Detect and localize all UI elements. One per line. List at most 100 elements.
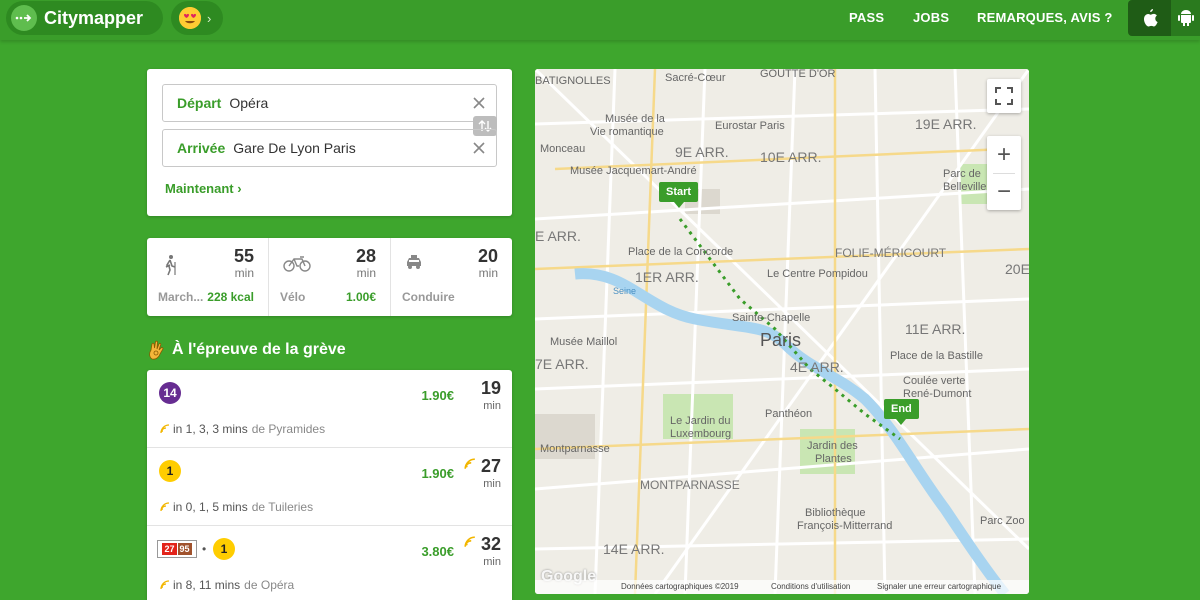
map-attribution: Données cartographiques ©2019 Conditions…: [535, 580, 1029, 594]
map-report-link[interactable]: Signaler une erreur cartographique: [877, 582, 1001, 591]
taxi-minutes: 20: [477, 246, 498, 266]
map-label: Le Jardin du: [670, 415, 731, 427]
bike-label: Vélo: [280, 290, 306, 304]
routes-list: 14 1.90€ 19 min in 1, 3, 3 mins de Pyram…: [147, 370, 512, 600]
map-label: 10E ARR.: [760, 149, 821, 165]
route-next-times: in 8, 11 mins: [173, 578, 241, 592]
map-label: Plantes: [815, 453, 852, 465]
bus-line-a: 27: [162, 543, 177, 555]
walk-unit: min: [234, 266, 254, 280]
brand-home-link[interactable]: Citymapper: [6, 1, 163, 35]
map-label: BATIGNOLLES: [535, 75, 611, 87]
map-label: Musée de la: [605, 113, 666, 125]
departure-field[interactable]: Départ Opéra: [162, 84, 497, 122]
nav-feedback[interactable]: REMARQUES, AVIS ?: [977, 10, 1113, 25]
metro-line-badge: 14: [159, 382, 181, 404]
mode-walk[interactable]: 55 min March... 228 kcal: [147, 238, 269, 316]
taxi-icon: [407, 255, 421, 269]
map-label: Parc de: [943, 168, 981, 180]
zoom-in-button[interactable]: +: [987, 136, 1021, 173]
metro-line-badge: 1: [213, 538, 235, 560]
walk-calories: 228 kcal: [207, 290, 254, 304]
route-stop: Tuileries: [268, 500, 314, 514]
route-item[interactable]: 14 1.90€ 19 min in 1, 3, 3 mins de Pyram…: [147, 370, 512, 448]
map-data-credit: Données cartographiques ©2019: [621, 582, 739, 591]
map-label: Montparnasse: [540, 443, 610, 455]
map-label: Bibliothèque: [805, 507, 866, 519]
route-next-times: in 1, 3, 3 mins: [173, 422, 248, 436]
map-label: 19E ARR.: [915, 116, 976, 132]
map-label: Musée Maillol: [550, 336, 617, 348]
walk-label: March...: [158, 290, 204, 304]
route-stop: Opéra: [260, 578, 295, 592]
clear-arrival-icon[interactable]: [470, 139, 488, 157]
map-label: 20E: [1005, 261, 1029, 277]
route-stop-prefix: de: [251, 422, 266, 436]
map-label: GOUTTE D'OR: [760, 69, 835, 80]
route-next-times: in 0, 1, 5 mins: [173, 500, 248, 514]
route-next-departures: in 8, 11 mins de Opéra: [160, 578, 294, 592]
travel-modes-card: 55 min March... 228 kcal 28 min Vélo 1.0…: [147, 238, 512, 316]
apple-icon: [1143, 9, 1158, 27]
map-label: Eurostar Paris: [715, 120, 785, 132]
bike-minutes: 28: [355, 246, 376, 266]
route-next-departures: in 0, 1, 5 mins de Tuileries: [160, 500, 313, 514]
map-label: Belleville: [943, 181, 986, 193]
arrival-field[interactable]: Arrivée Gare De Lyon Paris: [162, 129, 497, 167]
taxi-unit: min: [478, 266, 498, 280]
bike-unit: min: [356, 266, 376, 280]
walk-icon: [165, 255, 176, 276]
live-signal-icon: [160, 502, 170, 512]
map-label: Luxembourg: [670, 428, 731, 440]
bus-line-b: 95: [177, 543, 192, 555]
route-item[interactable]: 1 1.90€ 27 min in 0, 1, 5 mins de Tuiler…: [147, 448, 512, 526]
map-label: Musée Jacquemart-André: [570, 165, 697, 177]
route-stop-prefix: de: [251, 500, 266, 514]
route-price: 3.80€: [421, 544, 454, 559]
fullscreen-button[interactable]: [987, 79, 1021, 113]
time-selector[interactable]: Maintenant ›: [165, 181, 242, 196]
map-label: Sacré-Cœur: [665, 72, 726, 84]
nav-pass[interactable]: PASS: [849, 10, 884, 25]
smiley-hearts-icon: [179, 7, 201, 29]
map-label: Monceau: [540, 143, 585, 155]
route-stop-prefix: de: [244, 578, 258, 592]
apple-store-button[interactable]: [1128, 0, 1171, 36]
map-label: Jardin des: [807, 440, 858, 452]
mode-taxi[interactable]: 20 min Conduire: [391, 238, 512, 316]
map-label: Sainte-Chapelle: [732, 312, 810, 324]
route-stop: Pyramides: [268, 422, 326, 436]
bus-lines-badge: 27 95: [157, 540, 197, 558]
mode-bike[interactable]: 28 min Vélo 1.00€: [269, 238, 391, 316]
arrival-value: Gare De Lyon Paris: [233, 140, 356, 156]
bike-price: 1.00€: [345, 290, 376, 304]
live-signal-icon: [160, 580, 170, 590]
live-signal-icon: [464, 536, 475, 547]
route-item[interactable]: 27 95 • 1 3.80€ 32 min in 8, 11 mins de …: [147, 526, 512, 600]
time-label: Maintenant: [165, 181, 234, 196]
map-terms-link[interactable]: Conditions d'utilisation: [771, 582, 850, 591]
live-signal-icon: [160, 424, 170, 434]
nav-jobs[interactable]: JOBS: [913, 10, 949, 25]
clear-departure-icon[interactable]: [470, 94, 488, 112]
chevron-right-icon: ›: [207, 10, 212, 26]
departure-label: Départ: [177, 95, 222, 111]
map-label: FOLIE-MÉRICOURT: [835, 245, 947, 260]
walk-minutes: 55: [233, 246, 254, 266]
end-marker[interactable]: End: [884, 399, 919, 425]
route-duration-unit: min: [483, 400, 501, 412]
emoji-menu-button[interactable]: ›: [171, 1, 223, 35]
map-label: 11E ARR.: [905, 321, 965, 337]
arrow-dots-icon: [11, 5, 37, 31]
android-store-button[interactable]: [1171, 0, 1200, 36]
map-label: Place de la Bastille: [890, 350, 983, 362]
route-price: 1.90€: [421, 388, 454, 403]
route-map[interactable]: BATIGNOLLES Sacré-Cœur GOUTTE D'OR Musée…: [535, 69, 1029, 594]
zoom-out-button[interactable]: −: [987, 173, 1021, 210]
map-label: François-Mitterrand: [797, 520, 892, 532]
map-label: Seine: [613, 286, 636, 296]
metro-line-badge: 1: [159, 460, 181, 482]
departure-value: Opéra: [229, 95, 269, 111]
start-marker[interactable]: Start: [659, 182, 699, 208]
route-next-departures: in 1, 3, 3 mins de Pyramides: [160, 422, 325, 436]
